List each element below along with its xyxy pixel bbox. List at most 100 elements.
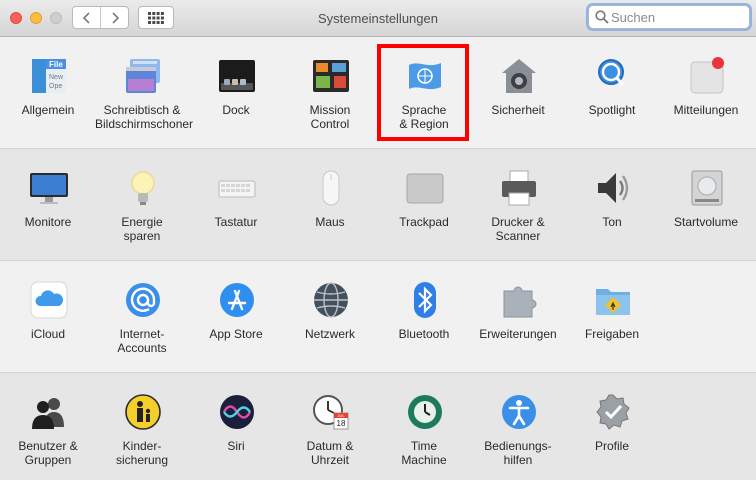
siri-icon (218, 393, 256, 431)
pref-time-machine[interactable]: Time Machine (377, 373, 471, 480)
globe-icon (312, 281, 350, 319)
pref-label: Erweiterungen (479, 327, 557, 341)
at-sign-icon (124, 281, 162, 319)
svg-text:File: File (49, 60, 63, 69)
pref-label: Kinder- sicherung (115, 439, 169, 467)
pref-drucker-scanner[interactable]: Drucker & Scanner (471, 149, 565, 261)
pref-icloud[interactable]: iCloud (1, 261, 95, 373)
pref-netzwerk[interactable]: Netzwerk (283, 261, 377, 373)
speaker-icon (594, 169, 632, 207)
keyboard-icon (218, 169, 256, 207)
pref-mitteilungen[interactable]: Mitteilungen (659, 37, 753, 149)
pref-label: Benutzer & Gruppen (18, 439, 78, 467)
dock-icon (218, 57, 256, 95)
pref-kindersicherung[interactable]: Kinder- sicherung (95, 373, 189, 480)
preferences-row-2: Monitore Energie sparen Tastatur Maus Trackp… (0, 149, 756, 261)
puzzle-icon (500, 281, 538, 319)
pref-spotlight[interactable]: Spotlight (565, 37, 659, 149)
pref-ton[interactable]: Ton (565, 149, 659, 261)
pref-energie-sparen[interactable]: Energie sparen (95, 149, 189, 261)
pref-label: Spotlight (588, 103, 636, 117)
pref-mission-control[interactable]: Mission Control (283, 37, 377, 149)
pref-label: App Store (209, 327, 263, 341)
pref-label: Drucker & Scanner (491, 215, 545, 243)
hard-drive-icon (688, 169, 726, 207)
search-field[interactable] (588, 5, 750, 29)
pref-trackpad[interactable]: Trackpad (377, 149, 471, 261)
house-safe-icon (500, 57, 538, 95)
pref-monitore[interactable]: Monitore (1, 149, 95, 261)
pref-bedienungshilfen[interactable]: Bedienungs- hilfen (471, 373, 565, 480)
preferences-row-4: Benutzer & Gruppen Kinder- sicherung Siri J… (0, 373, 756, 480)
pref-label: iCloud (30, 327, 66, 341)
shared-folder-icon (594, 281, 632, 319)
printer-icon (500, 169, 538, 207)
pref-sicherheit[interactable]: Sicherheit (471, 37, 565, 149)
pref-app-store[interactable]: App Store (189, 261, 283, 373)
pref-label: Tastatur (214, 215, 258, 229)
svg-text:JUL: JUL (337, 413, 345, 418)
pref-label: Schreibtisch & Bildschirmschoner (95, 103, 194, 131)
cloud-icon (30, 281, 68, 319)
users-icon (30, 393, 68, 431)
pref-internet-accounts[interactable]: Internet- Accounts (95, 261, 189, 373)
svg-text:18: 18 (337, 419, 346, 428)
pref-freigaben[interactable]: Freigaben (565, 261, 659, 373)
title-bar: Systemeinstellungen (0, 0, 756, 37)
app-store-icon (218, 281, 256, 319)
badge-check-icon (594, 393, 632, 431)
pref-label: Allgemein (21, 103, 75, 117)
pref-label: Sicherheit (491, 103, 545, 117)
pref-label: Mitteilungen (673, 103, 739, 117)
parental-controls-icon (124, 393, 162, 431)
pref-siri[interactable]: Siri (189, 373, 283, 480)
pref-sprache-region[interactable]: Sprache & Region (377, 37, 471, 149)
pref-label: Bluetooth (398, 327, 450, 341)
pref-label: Siri (227, 439, 245, 453)
pref-label: Profile (594, 439, 629, 453)
clock-calendar-icon: JUL 18 (312, 393, 350, 431)
pref-label: Sprache & Region (399, 103, 449, 131)
pref-schreibtisch[interactable]: Schreibtisch & Bildschirmschoner (95, 37, 194, 149)
magnifier-icon (594, 57, 632, 95)
trackpad-icon (406, 169, 444, 207)
pref-label: Bedienungs- hilfen (484, 439, 552, 467)
search-icon (595, 10, 609, 29)
pref-label: Mission Control (309, 103, 351, 131)
desktop-screensaver-icon (124, 57, 162, 95)
pref-label: Internet- Accounts (117, 327, 167, 355)
pref-label: Freigaben (584, 327, 640, 341)
pref-profile[interactable]: Profile (565, 373, 659, 480)
lightbulb-icon (124, 169, 162, 207)
pref-datum-uhrzeit[interactable]: JUL 18 Datum & Uhrzeit (283, 373, 377, 480)
general-icon: File New Ope (30, 57, 68, 95)
notifications-icon (688, 57, 726, 95)
display-icon (30, 169, 68, 207)
pref-maus[interactable]: Maus (283, 149, 377, 261)
time-machine-icon (406, 393, 444, 431)
preferences-row-3: iCloud Internet- Accounts App Store Netzwer… (0, 261, 756, 373)
pref-erweiterungen[interactable]: Erweiterungen (471, 261, 565, 373)
pref-label: Time Machine (401, 439, 447, 467)
search-input[interactable] (611, 8, 745, 26)
pref-label: Datum & Uhrzeit (306, 439, 354, 467)
pref-label: Energie sparen (121, 215, 163, 243)
svg-text:Ope: Ope (49, 83, 62, 90)
pref-tastatur[interactable]: Tastatur (189, 149, 283, 261)
preferences-row-1: File New Ope Allgemein Schreibtisch & Bildsc… (0, 37, 756, 149)
pref-label: Ton (602, 215, 622, 229)
pref-label: Netzwerk (304, 327, 355, 341)
pref-label: Trackpad (399, 215, 449, 229)
pref-benutzer-gruppen[interactable]: Benutzer & Gruppen (1, 373, 95, 480)
svg-text:New: New (49, 74, 64, 81)
un-flag-icon (406, 57, 444, 95)
pref-startvolume[interactable]: Startvolume (659, 149, 753, 261)
mission-control-icon (312, 57, 350, 95)
pref-bluetooth[interactable]: Bluetooth (377, 261, 471, 373)
pref-label: Maus (315, 215, 345, 229)
pref-dock[interactable]: Dock (189, 37, 283, 149)
pref-label: Startvolume (673, 215, 739, 229)
pref-allgemein[interactable]: File New Ope Allgemein (1, 37, 95, 149)
accessibility-icon (500, 393, 538, 431)
pref-label: Monitore (24, 215, 72, 229)
